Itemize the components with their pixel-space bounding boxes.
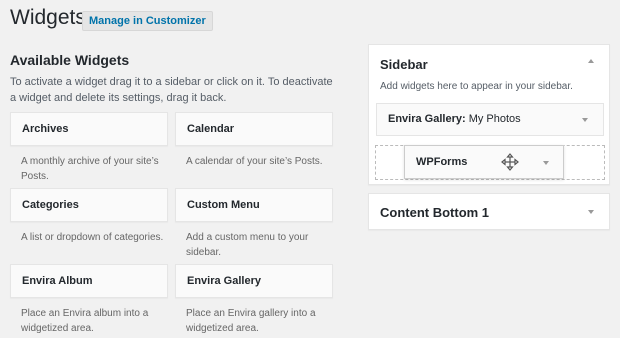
sidebar-title[interactable]: Sidebar [380, 57, 428, 72]
arrow-down-icon[interactable] [588, 210, 594, 214]
arrow-down-icon[interactable] [582, 118, 588, 122]
widget-title[interactable]: Archives [10, 112, 168, 146]
dragging-widget-wpforms[interactable]: WPForms [404, 145, 564, 179]
widget-description: A list or dropdown of categories. [21, 232, 164, 243]
widget-title[interactable]: Categories [10, 188, 168, 222]
sidebar-description: Add widgets here to appear in your sideb… [380, 81, 573, 92]
widget-custom-menu[interactable]: Custom Menu Add a custom menu to your si… [175, 188, 333, 260]
widget-envira-album[interactable]: Envira Album Place an Envira album into … [10, 264, 168, 336]
content-bottom-title[interactable]: Content Bottom 1 [380, 205, 489, 220]
widget-categories[interactable]: Categories A list or dropdown of categor… [10, 188, 168, 245]
widget-envira-gallery[interactable]: Envira Gallery Place an Envira gallery i… [175, 264, 333, 336]
placed-widget-subtitle: My Photos [465, 113, 521, 125]
page-title: Widgets [10, 6, 86, 29]
available-widgets-description: To activate a widget drag it to a sideba… [10, 76, 333, 104]
widget-title[interactable]: Calendar [175, 112, 333, 146]
placed-widget-title: Envira Gallery: [388, 113, 466, 125]
widget-title[interactable]: Custom Menu [175, 188, 333, 222]
arrow-up-icon[interactable] [588, 59, 594, 63]
widget-title[interactable]: Envira Gallery [175, 264, 333, 298]
widget-description: A monthly archive of your site’s Posts. [21, 156, 159, 182]
dragging-widget-title: WPForms [416, 156, 468, 168]
widget-archives[interactable]: Archives A monthly archive of your site’… [10, 112, 168, 184]
widget-title[interactable]: Envira Album [10, 264, 168, 298]
content-bottom-widget-area: Content Bottom 1 [368, 193, 610, 230]
widget-description: Place an Envira gallery into a widgetize… [186, 308, 316, 334]
widget-description: Add a custom menu to your sidebar. [186, 232, 309, 258]
arrow-down-icon[interactable] [543, 161, 549, 165]
manage-in-customizer-button[interactable]: Manage in Customizer [82, 11, 213, 31]
widget-description: Place an Envira album into a widgetized … [21, 308, 149, 334]
placed-widget-envira-gallery[interactable]: Envira Gallery: My Photos [376, 103, 604, 136]
available-widgets-heading: Available Widgets [10, 52, 130, 68]
move-icon[interactable] [501, 153, 519, 171]
widget-description: A calendar of your site’s Posts. [186, 156, 323, 167]
widget-calendar[interactable]: Calendar A calendar of your site’s Posts… [175, 112, 333, 169]
